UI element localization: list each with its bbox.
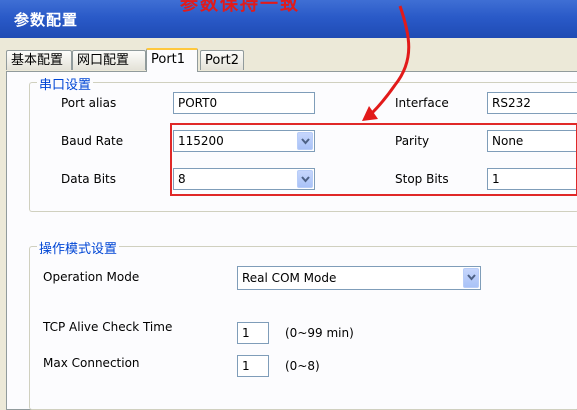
arrow-icon bbox=[362, 5, 411, 121]
tab-port1[interactable]: Port1 bbox=[146, 48, 198, 72]
